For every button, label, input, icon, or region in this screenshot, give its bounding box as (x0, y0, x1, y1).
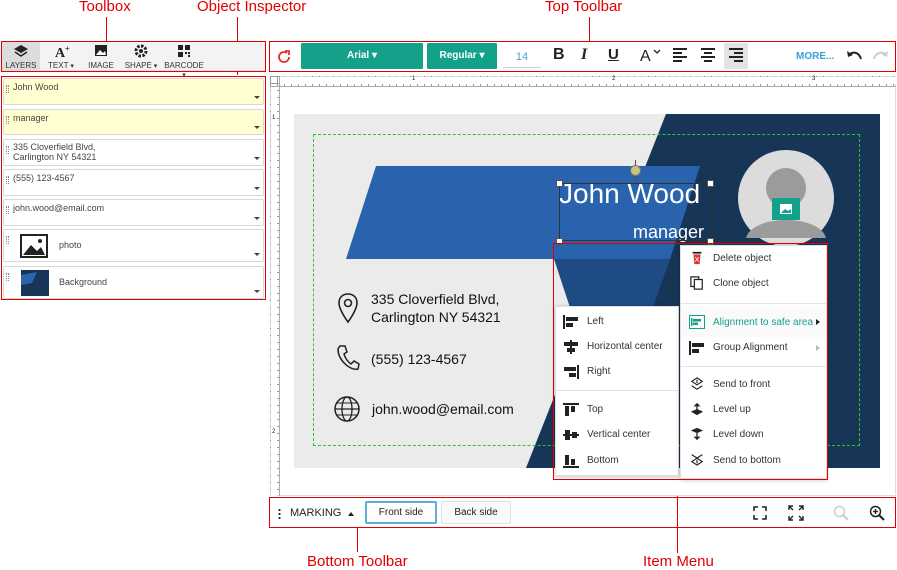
bottom-toolbar-highlight (269, 497, 896, 528)
phone-icon (337, 345, 360, 370)
ruler-mark: 2 (612, 76, 616, 82)
card-email[interactable]: john.wood@email.com (372, 401, 514, 417)
object-inspector-highlight (1, 76, 266, 300)
top-toolbar-highlight (269, 41, 896, 72)
ruler-mark: 3 (812, 76, 816, 82)
card-phone[interactable]: (555) 123-4567 (371, 351, 467, 367)
annotation-item-menu: Item Menu (643, 553, 714, 570)
annotation-line (106, 17, 107, 41)
annotation-bottom-toolbar: Bottom Toolbar (307, 553, 408, 570)
globe-icon (334, 396, 360, 422)
annotation-line (357, 528, 358, 552)
location-pin-icon (338, 293, 358, 324)
ruler-mark: 1 (272, 115, 276, 121)
address-line-2: Carlington NY 54321 (371, 309, 501, 325)
resize-handle[interactable] (556, 180, 563, 187)
selection-box (559, 183, 711, 241)
rotate-handle[interactable] (630, 165, 641, 176)
ruler-top-mask (281, 77, 897, 84)
item-menu-highlight (553, 243, 828, 480)
annotation-line (589, 17, 590, 41)
ruler-mark: 1 (412, 76, 416, 82)
toolbox-highlight (1, 41, 266, 72)
resize-handle[interactable] (707, 180, 714, 187)
annotation-object-inspector: Object Inspector (197, 0, 307, 15)
ruler-mark: 2 (272, 429, 276, 435)
card-address[interactable]: 335 Cloverfield Blvd, Carlington NY 54321 (371, 290, 501, 326)
annotation-toolbox: Toolbox (79, 0, 131, 15)
address-line-1: 335 Cloverfield Blvd, (371, 291, 500, 307)
annotation-top-toolbar: Top Toolbar (545, 0, 623, 15)
